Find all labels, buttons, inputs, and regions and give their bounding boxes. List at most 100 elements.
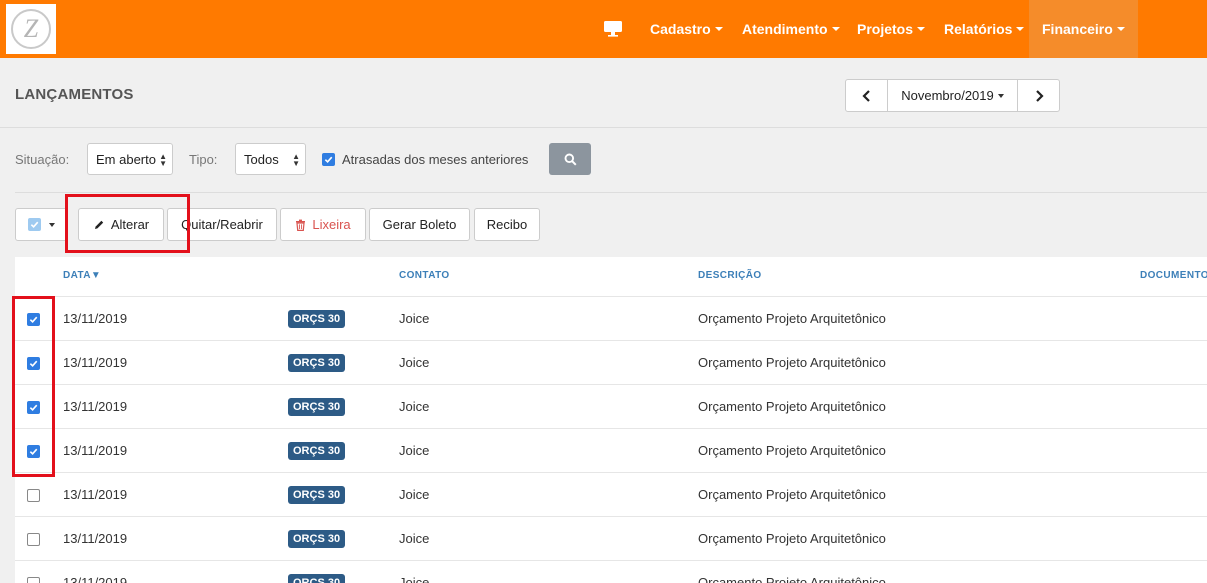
chevron-right-icon: [1035, 89, 1044, 102]
atrasadas-checkbox[interactable]: [322, 153, 335, 166]
row-contato: Joice: [399, 575, 430, 583]
search-icon: [564, 153, 577, 166]
row-contato: Joice: [399, 355, 430, 370]
select-all-dropdown[interactable]: [15, 208, 68, 241]
row-date: 13/11/2019: [63, 487, 128, 502]
lancamentos-table: DATA▼ CONTATO DESCRIÇÃO DOCUMENTO 13/11/…: [15, 257, 1207, 583]
doc-badge: ORÇS 30: [288, 354, 346, 372]
row-descricao: Orçamento Projeto Arquitetônico: [698, 311, 886, 326]
check-icon: [30, 221, 39, 229]
row-descricao: Orçamento Projeto Arquitetônico: [698, 487, 886, 502]
row-checkbox[interactable]: [27, 533, 40, 546]
trash-icon: [296, 219, 306, 231]
check-icon: [324, 156, 333, 164]
row-date: 13/11/2019: [63, 399, 128, 414]
month-label: Novembro/2019: [901, 88, 994, 103]
situacao-select[interactable]: Em aberto ▲ ▼: [87, 143, 173, 175]
table-row[interactable]: 13/11/2019 ORÇS 30 Joice Orçamento Projeto …: [15, 384, 1207, 428]
tipo-value: Todos: [244, 151, 279, 167]
chevron-left-icon: [861, 89, 870, 102]
next-month-button[interactable]: [1017, 80, 1059, 111]
row-checkbox[interactable]: [27, 489, 40, 502]
table-row[interactable]: 13/11/2019 ORÇS 30 Joice Orçamento Projeto …: [15, 340, 1207, 384]
row-contato: Joice: [399, 311, 430, 326]
logo[interactable]: Z: [6, 4, 56, 54]
doc-badge: ORÇS 30: [288, 398, 346, 416]
month-navigator: Novembro/2019: [845, 79, 1060, 112]
gerar-boleto-button[interactable]: Gerar Boleto: [369, 208, 470, 241]
row-date: 13/11/2019: [63, 575, 128, 583]
select-arrows-icon: ▲ ▼: [292, 152, 300, 168]
row-checkbox[interactable]: [27, 577, 40, 583]
nav-label: Relatórios: [944, 21, 1013, 37]
page-title: LANÇAMENTOS: [15, 86, 134, 103]
quitar-label: Quitar/Reabrir: [181, 217, 263, 232]
caret-down-icon: [831, 27, 840, 31]
month-selector[interactable]: Novembro/2019: [888, 80, 1017, 111]
nav-projetos[interactable]: Projetos: [857, 0, 926, 58]
table-row[interactable]: 13/11/2019 ORÇS 30 Joice Orçamento Projeto …: [15, 428, 1207, 472]
doc-badge: ORÇS 30: [288, 442, 346, 460]
caret-down-icon: [1116, 27, 1125, 31]
tipo-select[interactable]: Todos ▲ ▼: [235, 143, 306, 175]
top-navbar: Z Cadastro Atendimento Projetos Relatóri…: [0, 0, 1207, 58]
caret-down-icon: [714, 27, 723, 31]
table-row[interactable]: 13/11/2019 ORÇS 30 Joice Orçamento Projeto …: [15, 296, 1207, 340]
row-contato: Joice: [399, 399, 430, 414]
nav-label: Financeiro: [1042, 21, 1113, 37]
row-date: 13/11/2019: [63, 443, 128, 458]
nav-label: Cadastro: [650, 21, 711, 37]
row-descricao: Orçamento Projeto Arquitetônico: [698, 575, 886, 583]
row-contato: Joice: [399, 443, 430, 458]
situacao-label: Situação:: [15, 152, 70, 167]
recibo-button[interactable]: Recibo: [474, 208, 540, 241]
tipo-label: Tipo:: [189, 152, 218, 167]
nav-atendimento[interactable]: Atendimento: [742, 0, 840, 58]
highlight-box: [12, 296, 55, 477]
atrasadas-label: Atrasadas dos meses anteriores: [342, 152, 529, 167]
select-arrows-icon: ▲ ▼: [159, 152, 167, 168]
nav-financeiro[interactable]: Financeiro: [1029, 0, 1138, 58]
previous-month-button[interactable]: [846, 80, 888, 111]
row-descricao: Orçamento Projeto Arquitetônico: [698, 531, 886, 546]
nav-label: Atendimento: [742, 21, 828, 37]
column-header-data[interactable]: DATA▼: [63, 270, 101, 281]
nav-label: Projetos: [857, 21, 914, 37]
divider: [0, 127, 1207, 128]
doc-badge: ORÇS 30: [288, 486, 346, 504]
row-date: 13/11/2019: [63, 311, 128, 326]
row-descricao: Orçamento Projeto Arquitetônico: [698, 399, 886, 414]
search-button[interactable]: [549, 143, 591, 175]
recibo-label: Recibo: [486, 217, 528, 232]
row-descricao: Orçamento Projeto Arquitetônico: [698, 443, 886, 458]
caret-down-icon: [49, 222, 55, 227]
select-all-checkbox[interactable]: [28, 218, 41, 231]
highlight-box: [65, 194, 190, 253]
lixeira-button[interactable]: Lixeira: [280, 208, 366, 241]
boleto-label: Gerar Boleto: [382, 217, 457, 232]
doc-badge: ORÇS 30: [288, 574, 346, 583]
table-row[interactable]: 13/11/2019 ORÇS 30 Joice Orçamento Projeto …: [15, 472, 1207, 516]
doc-badge: ORÇS 30: [288, 530, 346, 548]
monitor-icon[interactable]: [603, 18, 623, 38]
row-descricao: Orçamento Projeto Arquitetônico: [698, 355, 886, 370]
caret-down-icon: [917, 27, 926, 31]
row-date: 13/11/2019: [63, 355, 128, 370]
column-header-documento[interactable]: DOCUMENTO: [1140, 270, 1207, 281]
caret-down-icon: [997, 93, 1004, 98]
logo-emblem: Z: [11, 9, 51, 49]
situacao-value: Em aberto: [96, 151, 156, 167]
row-contato: Joice: [399, 531, 430, 546]
row-date: 13/11/2019: [63, 531, 128, 546]
row-contato: Joice: [399, 487, 430, 502]
divider: [15, 192, 1207, 193]
doc-badge: ORÇS 30: [288, 310, 346, 328]
caret-down-icon: [1016, 27, 1025, 31]
lixeira-label: Lixeira: [312, 217, 351, 232]
table-row[interactable]: 13/11/2019 ORÇS 30 Joice Orçamento Projeto …: [15, 516, 1207, 560]
column-header-contato[interactable]: CONTATO: [399, 270, 450, 281]
table-row[interactable]: 13/11/2019 ORÇS 30 Joice Orçamento Projeto …: [15, 560, 1207, 583]
nav-relatorios[interactable]: Relatórios: [944, 0, 1025, 58]
column-header-descricao[interactable]: DESCRIÇÃO: [698, 270, 762, 281]
nav-cadastro[interactable]: Cadastro: [650, 0, 723, 58]
